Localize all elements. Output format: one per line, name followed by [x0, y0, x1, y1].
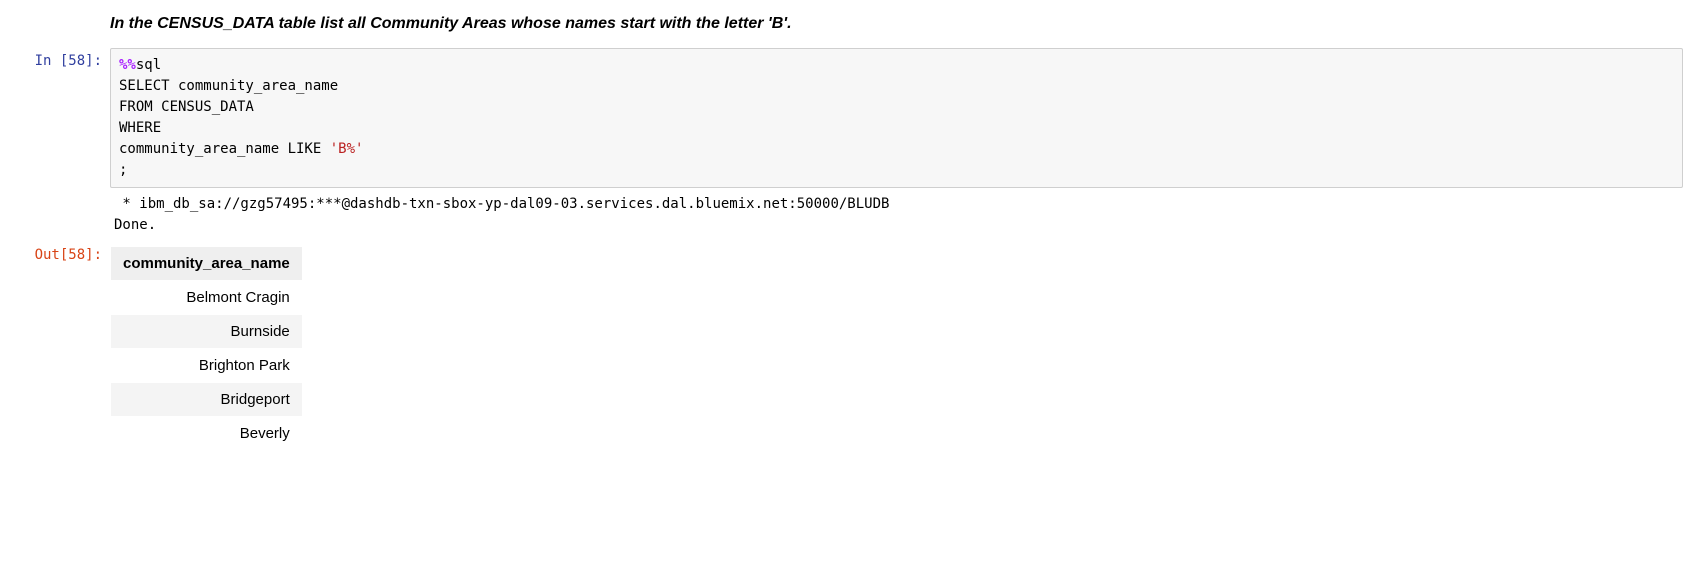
table-header-row: community_area_name: [111, 247, 303, 281]
output-cell: Out[58]: community_area_name Belmont Cra…: [0, 242, 1693, 455]
output-content: community_area_name Belmont Cragin Burns…: [110, 242, 1693, 455]
result-table: community_area_name Belmont Cragin Burns…: [110, 246, 303, 451]
table-cell: Bridgeport: [111, 383, 303, 417]
table-row: Bridgeport: [111, 383, 303, 417]
magic-command: sql: [136, 57, 161, 73]
code-line-2: FROM CENSUS_DATA: [119, 99, 254, 115]
table-cell: Belmont Cragin: [111, 281, 303, 315]
code-line-4a: community_area_name LIKE: [119, 141, 330, 157]
code-line-5: ;: [119, 162, 127, 178]
magic-operator: %%: [119, 57, 136, 73]
input-prompt: In [58]:: [0, 48, 110, 74]
table-row: Beverly: [111, 417, 303, 451]
input-content: %%sql SELECT community_area_name FROM CE…: [110, 48, 1693, 188]
markdown-heading: In the CENSUS_DATA table list all Commun…: [110, 15, 1683, 33]
table-cell: Beverly: [111, 417, 303, 451]
code-editor[interactable]: %%sql SELECT community_area_name FROM CE…: [110, 48, 1683, 188]
stdout-line-2: Done.: [114, 217, 156, 233]
input-cell: In [58]: %%sql SELECT community_area_nam…: [0, 48, 1693, 188]
table-row: Brighton Park: [111, 349, 303, 383]
code-line-3: WHERE: [119, 120, 161, 136]
prompt-blank-stdout: [0, 188, 110, 214]
code-line-1: SELECT community_area_name: [119, 78, 338, 94]
table-row: Belmont Cragin: [111, 281, 303, 315]
table-cell: Burnside: [111, 315, 303, 349]
stdout-text: * ibm_db_sa://gzg57495:***@dashdb-txn-sb…: [110, 188, 1683, 242]
stdout-cell: * ibm_db_sa://gzg57495:***@dashdb-txn-sb…: [0, 188, 1693, 242]
markdown-cell: In the CENSUS_DATA table list all Commun…: [0, 0, 1693, 48]
prompt-blank: [0, 0, 110, 26]
table-cell: Brighton Park: [111, 349, 303, 383]
stdout-content: * ibm_db_sa://gzg57495:***@dashdb-txn-sb…: [110, 188, 1693, 242]
output-prompt: Out[58]:: [0, 242, 110, 268]
table-row: Burnside: [111, 315, 303, 349]
markdown-content: In the CENSUS_DATA table list all Commun…: [110, 0, 1693, 48]
table-header: community_area_name: [111, 247, 303, 281]
stdout-line-1: * ibm_db_sa://gzg57495:***@dashdb-txn-sb…: [114, 196, 889, 212]
code-string-literal: 'B%': [330, 141, 364, 157]
